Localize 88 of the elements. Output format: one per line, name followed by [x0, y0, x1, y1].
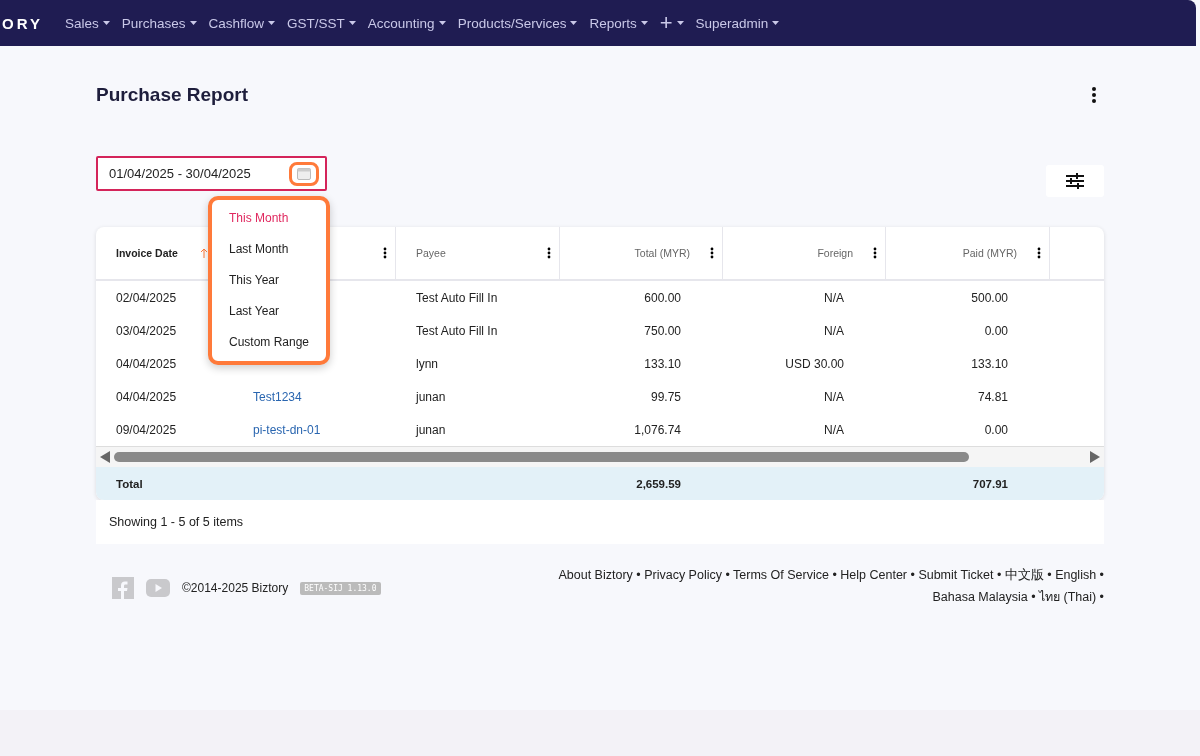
- table-cell: 99.75: [650, 389, 681, 404]
- invoice-link[interactable]: Test1234: [253, 389, 302, 404]
- separator-dot: •: [831, 568, 838, 582]
- caret-icon: [189, 21, 197, 25]
- table-cell: N/A: [824, 290, 844, 305]
- table-cell: 0.00: [984, 422, 1008, 437]
- footer-link[interactable]: Terms Of Service: [733, 568, 829, 582]
- footer-link[interactable]: Submit Ticket: [918, 568, 994, 582]
- invoice-link[interactable]: pi-test-dn-01: [253, 422, 321, 437]
- table-cell: Test Auto Fill In: [416, 323, 498, 338]
- date-range-field[interactable]: 01/04/2025 - 30/04/2025: [96, 156, 327, 191]
- table-cell: 04/04/2025: [116, 356, 177, 371]
- total-label: Total: [116, 477, 143, 490]
- table-cell: 1,076.74: [634, 422, 681, 437]
- menu-item[interactable]: Custom Range: [212, 326, 326, 357]
- caret-icon: [268, 21, 276, 25]
- nav-menu-item[interactable]: Products/Services: [457, 15, 578, 31]
- caret-icon: [438, 21, 446, 25]
- column-header[interactable]: Paid (MYR): [886, 227, 1050, 281]
- caret-icon: [772, 21, 780, 25]
- brand-logo[interactable]: ORY: [2, 14, 43, 32]
- total-cell: 2,659.59: [636, 477, 681, 490]
- separator-dot: •: [1098, 568, 1104, 582]
- table-cell: 750.00: [644, 323, 681, 338]
- separator-dot: •: [995, 568, 1003, 582]
- column-menu-icon[interactable]: [1037, 247, 1041, 259]
- table-cell: 600.00: [644, 290, 681, 305]
- caret-icon: [102, 21, 110, 25]
- page-title: Purchase Report: [96, 84, 249, 106]
- nav-menu-item[interactable]: Purchases: [121, 15, 197, 31]
- column-header[interactable]: Total (MYR): [560, 227, 723, 281]
- scroll-left-icon[interactable]: [100, 451, 110, 463]
- caret-icon: [570, 21, 578, 25]
- separator-dot: •: [1098, 590, 1104, 604]
- table-cell: 0.00: [984, 323, 1008, 338]
- nav-menu-item[interactable]: GST/SST: [287, 15, 356, 31]
- separator-dot: •: [909, 568, 916, 582]
- column-menu-icon[interactable]: [873, 247, 877, 259]
- table-cell: 02/04/2025: [116, 290, 177, 305]
- nav-menu-item[interactable]: Sales: [64, 15, 110, 31]
- calendar-icon[interactable]: [289, 161, 319, 186]
- table-cell: 03/04/2025: [116, 323, 177, 338]
- footer-link[interactable]: 中文版: [1004, 568, 1044, 582]
- footer-link[interactable]: Privacy Policy: [644, 568, 722, 582]
- table-cell: Test Auto Fill In: [416, 290, 498, 305]
- column-menu-icon[interactable]: [547, 247, 551, 259]
- table-cell: 04/04/2025: [116, 389, 177, 404]
- separator-dot: •: [724, 568, 731, 582]
- table-cell: 133.10: [971, 356, 1008, 371]
- nav-menu-item[interactable]: Reports: [589, 15, 648, 31]
- menu-item[interactable]: Last Year: [212, 295, 326, 326]
- column-menu-icon[interactable]: [383, 247, 387, 259]
- table-cell: lynn: [416, 356, 438, 371]
- table-cell: 133.10: [644, 356, 681, 371]
- table-cell: 09/04/2025: [116, 422, 177, 437]
- nav-menu-item[interactable]: +: [659, 10, 684, 36]
- table-cell: N/A: [824, 389, 844, 404]
- total-cell: 707.91: [972, 477, 1008, 490]
- nav-menu-item[interactable]: Superadmin: [695, 15, 780, 31]
- horizontal-scrollbar[interactable]: [96, 446, 1104, 467]
- separator-dot: •: [635, 568, 642, 582]
- column-menu-icon[interactable]: [710, 247, 714, 259]
- column-header[interactable]: Payee: [396, 227, 560, 281]
- separator-dot: •: [1030, 590, 1037, 604]
- table-cell: N/A: [824, 422, 844, 437]
- copyright-text: ©2014-2025 Biztory: [182, 581, 289, 595]
- footer-link[interactable]: Help Center: [840, 568, 907, 582]
- footer-link[interactable]: ไทย (Thai): [1039, 590, 1097, 604]
- scroll-right-icon[interactable]: [1090, 451, 1100, 463]
- pagination-info: Showing 1 - 5 of 5 items: [109, 515, 244, 529]
- table-cell: junan: [416, 389, 446, 404]
- separator-dot: •: [1046, 568, 1053, 582]
- table-cell: 74.81: [977, 389, 1008, 404]
- nav-menu-item[interactable]: Cashflow: [208, 15, 276, 31]
- footer-link[interactable]: About Biztory: [558, 568, 633, 582]
- column-header[interactable]: Foreign: [723, 227, 886, 281]
- caret-icon: [348, 21, 356, 25]
- table-cell: junan: [416, 422, 446, 437]
- footer-link[interactable]: Bahasa Malaysia: [932, 590, 1028, 604]
- table-cell: 500.00: [971, 290, 1008, 305]
- caret-icon: [640, 21, 648, 25]
- table-cell: USD 30.00: [785, 356, 844, 371]
- version-badge: BETA-SIJ 1.13.0: [300, 581, 381, 595]
- table-cell: N/A: [824, 323, 844, 338]
- nav-menu-item[interactable]: Accounting: [367, 15, 446, 31]
- settings-icon[interactable]: [1046, 165, 1104, 197]
- footer-link[interactable]: English: [1055, 568, 1097, 582]
- caret-icon: [676, 21, 684, 25]
